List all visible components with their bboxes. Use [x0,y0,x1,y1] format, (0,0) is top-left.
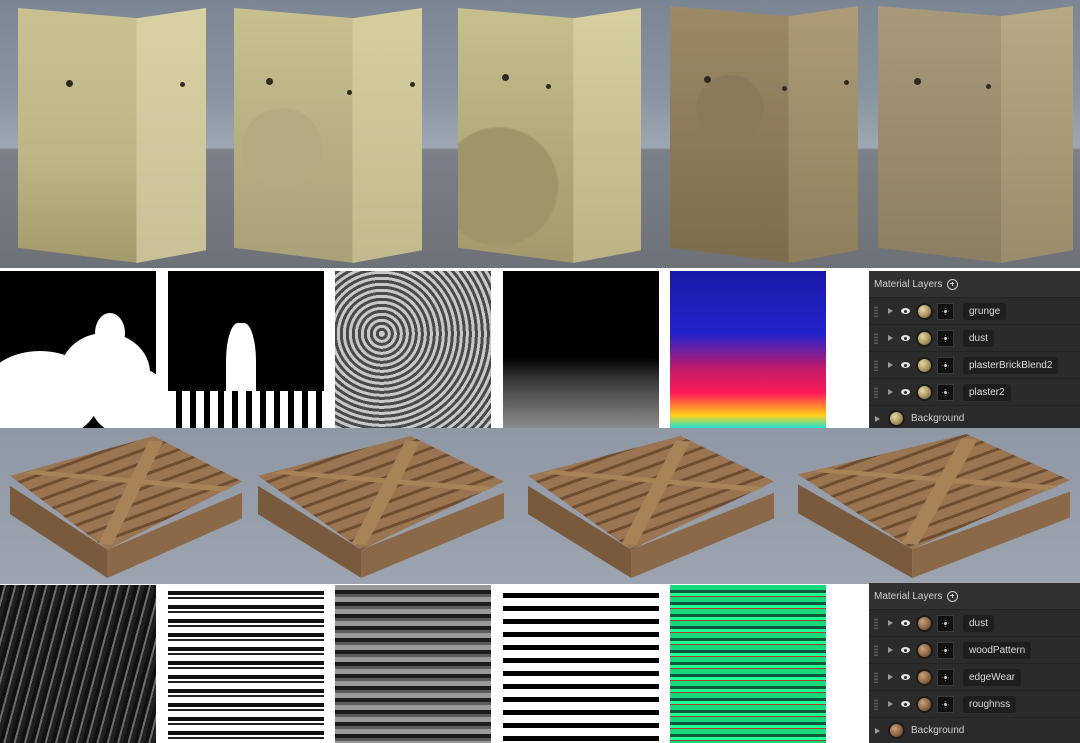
expand-arrow-icon[interactable] [888,389,893,395]
layer-row[interactable]: dust [869,324,1080,351]
plaster-blend-mask-preview [335,271,491,428]
roughness-mask-preview [503,585,659,743]
plaster-cube-render-1 [18,8,206,263]
mask-thumbnail-icon[interactable] [937,614,954,632]
dust-mask-preview [0,585,156,743]
wood-pallet-render-4 [798,434,1070,578]
drag-grip-icon[interactable] [874,386,878,398]
wood-pattern-mask-preview [168,585,324,743]
add-layer-icon[interactable] [947,590,959,602]
layer-row[interactable]: plaster2 [869,378,1080,405]
visibility-eye-icon[interactable] [901,674,910,680]
layer-row[interactable]: woodPattern [869,636,1080,663]
layer-name-field[interactable]: edgeWear [963,668,1021,686]
layer-name-field[interactable]: roughnss [963,695,1017,713]
material-ball-icon [888,722,905,739]
drag-grip-icon[interactable] [874,671,878,683]
expand-arrow-icon[interactable] [888,647,893,653]
mask-thumbnail-icon[interactable] [937,383,954,401]
visibility-eye-icon[interactable] [901,620,910,626]
visibility-eye-icon[interactable] [901,308,910,314]
plaster-mask-preview [503,271,659,428]
layer-row[interactable]: roughnss [869,690,1080,717]
visibility-eye-icon[interactable] [901,701,910,707]
wood-pallet-render-3 [528,436,774,578]
expand-arrow-icon[interactable] [888,335,893,341]
visibility-eye-icon[interactable] [901,335,910,341]
drag-grip-icon[interactable] [874,617,878,629]
material-ball-icon [916,695,933,713]
material-ball-icon [888,410,905,427]
expand-arrow-icon[interactable] [888,674,893,680]
layer-name-field[interactable]: plaster2 [963,383,1011,401]
mask-thumbnail-icon[interactable] [937,302,954,320]
mask-thumbnail-icon[interactable] [937,668,954,686]
plaster-cube-render-4 [670,6,858,263]
layer-name-field[interactable]: grunge [963,302,1007,320]
material-ball-icon [916,356,933,374]
drag-grip-icon[interactable] [874,698,878,710]
background-layer-row[interactable]: Background [869,717,1080,743]
grunge-mask-preview [0,271,156,428]
panel-header: Material Layers [869,583,1080,609]
layer-row[interactable]: plasterBrickBlend2 [869,351,1080,378]
material-ball-icon [916,668,933,686]
plaster-cube-render-5 [878,6,1073,263]
drag-grip-icon[interactable] [874,359,878,371]
expand-arrow-icon[interactable] [888,308,893,314]
mask-thumbnail-icon[interactable] [937,356,954,374]
material-ball-icon [916,641,933,659]
add-layer-icon[interactable] [947,278,959,290]
expand-arrow-icon[interactable] [875,727,880,734]
material-layers-panel: Material Layers dust woodPattern edgeWea… [869,583,1080,743]
panel-title: Material Layers [874,278,943,290]
expand-arrow-icon[interactable] [888,620,893,626]
visibility-eye-icon[interactable] [901,647,910,653]
drag-grip-icon[interactable] [874,332,878,344]
drag-grip-icon[interactable] [874,305,878,317]
wood-pallet-render-1 [10,436,242,578]
background-label: Background [911,413,965,424]
plaster-cube-render-3 [458,8,641,263]
layer-name-field[interactable]: woodPattern [963,641,1032,659]
material-ball-icon [916,383,933,401]
edge-wear-mask-preview [335,585,491,743]
drag-grip-icon[interactable] [874,644,878,656]
plaster-cube-renders [0,0,1080,268]
panel-title: Material Layers [874,590,943,602]
material-ball-icon [916,302,933,320]
wood-pallet-renders [0,428,1080,584]
mask-thumbnail-icon[interactable] [937,695,954,713]
layer-row[interactable]: grunge [869,297,1080,324]
layer-row[interactable]: edgeWear [869,663,1080,690]
plaster-cube-render-2 [234,8,422,263]
layer-id-mask-preview [670,271,826,428]
visibility-eye-icon[interactable] [901,362,910,368]
layer-name-field[interactable]: plasterBrickBlend2 [963,356,1059,374]
mask-thumbnail-icon[interactable] [937,641,954,659]
layer-id-mask-preview [670,585,826,743]
visibility-eye-icon[interactable] [901,389,910,395]
background-label: Background [911,725,965,736]
layer-row[interactable]: dust [869,609,1080,636]
background-layer-row[interactable]: Background [869,405,1080,428]
dust-mask-preview [168,271,324,428]
layer-name-field[interactable]: dust [963,614,994,632]
mask-thumbnail-icon[interactable] [937,329,954,347]
material-ball-icon [916,614,933,632]
wood-pallet-render-2 [258,436,504,578]
expand-arrow-icon[interactable] [875,415,880,422]
expand-arrow-icon[interactable] [888,362,893,368]
material-layers-panel: Material Layers grunge dust plasterBrick… [869,271,1080,428]
layer-name-field[interactable]: dust [963,329,994,347]
expand-arrow-icon[interactable] [888,701,893,707]
panel-header: Material Layers [869,271,1080,297]
material-ball-icon [916,329,933,347]
